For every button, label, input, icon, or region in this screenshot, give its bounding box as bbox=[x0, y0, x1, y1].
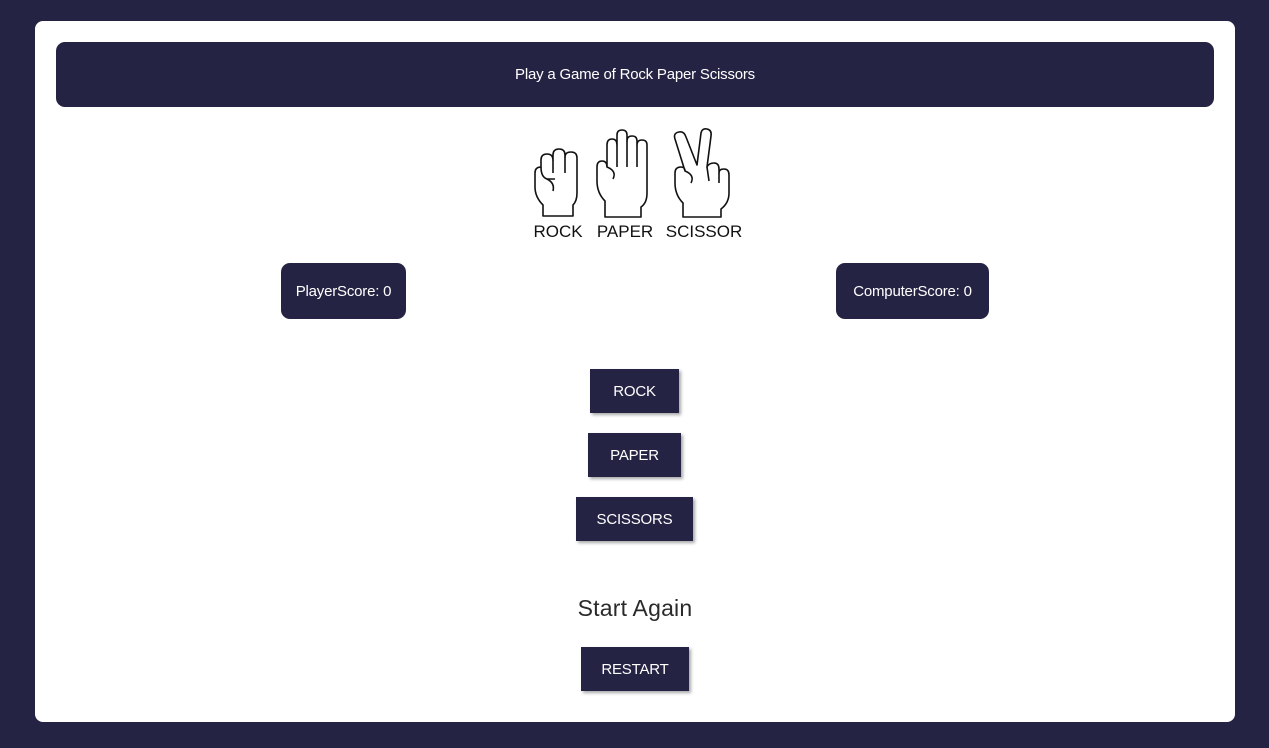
scissors-hand-icon bbox=[673, 128, 730, 218]
computer-score-badge: ComputerScore: 0 bbox=[836, 263, 989, 319]
paper-button[interactable]: PAPER bbox=[588, 433, 681, 477]
logo-label-rock: ROCK bbox=[533, 222, 583, 241]
scissors-button[interactable]: SCISSORS bbox=[576, 497, 693, 541]
paper-hand-icon bbox=[596, 129, 648, 218]
rock-button[interactable]: ROCK bbox=[590, 369, 679, 413]
player-score-text: PlayerScore: 0 bbox=[295, 282, 392, 300]
rock-paper-scissors-logo: ROCK PAPER SCISSOR bbox=[533, 128, 743, 241]
logo-label-paper: PAPER bbox=[597, 222, 653, 241]
game-card: Play a Game of Rock Paper Scissors ROCK … bbox=[35, 21, 1235, 722]
logo-label-scissor: SCISSOR bbox=[666, 222, 743, 241]
player-score-badge: PlayerScore: 0 bbox=[281, 263, 406, 319]
computer-score-text: ComputerScore: 0 bbox=[853, 282, 972, 300]
start-again-heading: Start Again bbox=[577, 595, 693, 621]
header-banner: Play a Game of Rock Paper Scissors bbox=[56, 42, 1214, 107]
rock-hand-icon bbox=[534, 148, 578, 217]
restart-button[interactable]: RESTART bbox=[581, 647, 689, 691]
page-title: Play a Game of Rock Paper Scissors bbox=[515, 66, 755, 83]
